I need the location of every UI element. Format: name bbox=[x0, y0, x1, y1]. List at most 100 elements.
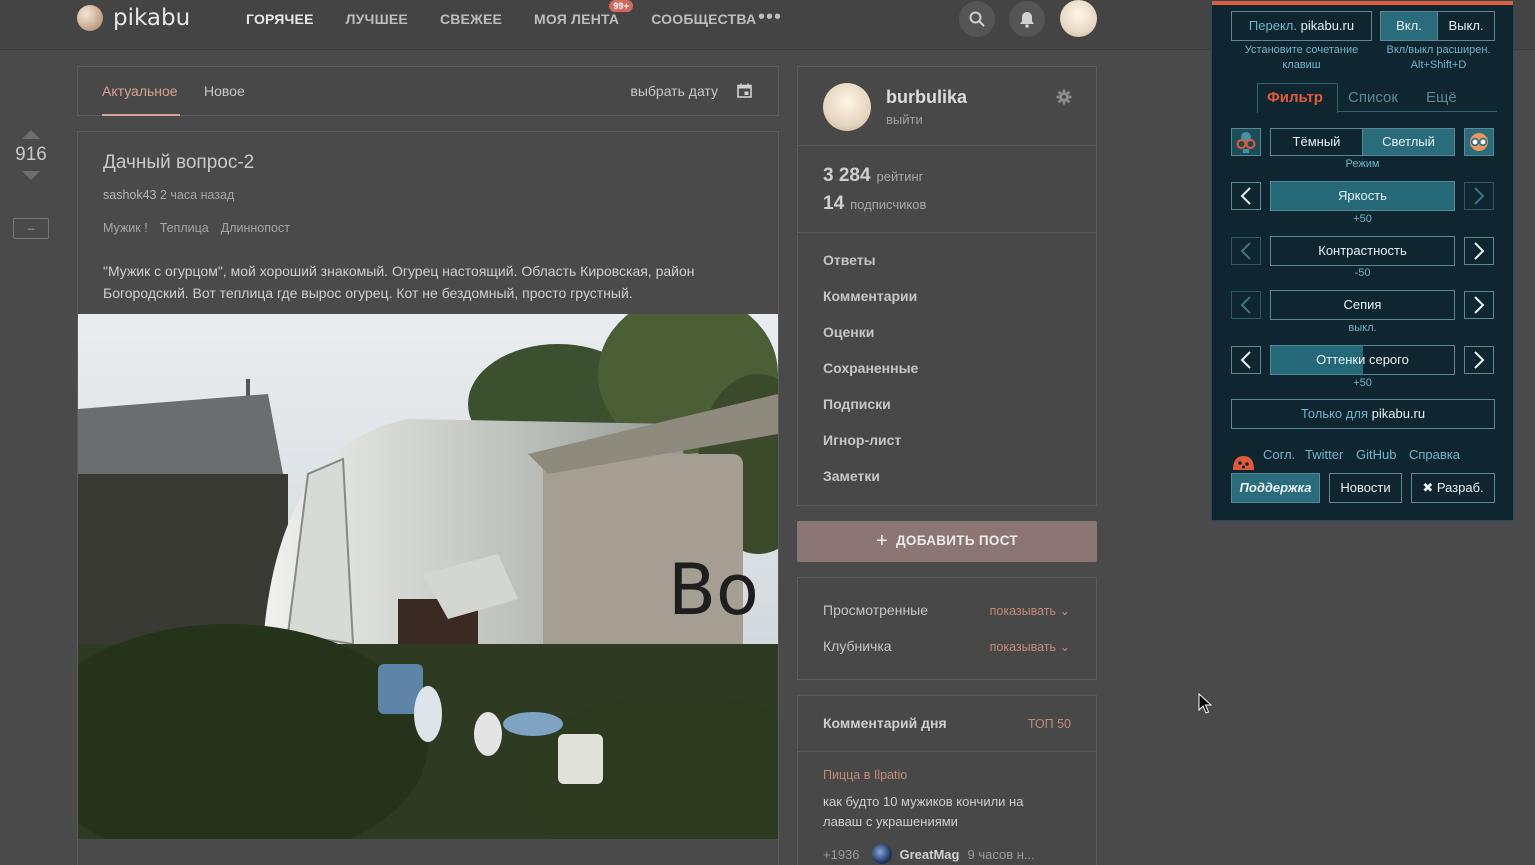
sepia-decrease[interactable] bbox=[1231, 291, 1261, 319]
top50-link[interactable]: ТОП 50 bbox=[1028, 717, 1071, 731]
vote-count: 916 bbox=[15, 144, 47, 165]
filter-strawberry-toggle[interactable]: показывать ⌄ bbox=[990, 639, 1070, 654]
chevron-right-icon bbox=[1474, 187, 1485, 205]
menu-subscriptions[interactable]: Подписки bbox=[823, 396, 891, 412]
post-title[interactable]: Дачный вопрос-2 bbox=[103, 152, 254, 174]
nav-fresh[interactable]: СВЕЖЕЕ bbox=[440, 11, 502, 27]
link-twitter[interactable]: Twitter bbox=[1305, 447, 1343, 462]
nav-best[interactable]: ЛУЧШЕЕ bbox=[346, 11, 408, 27]
grayscale-slider[interactable]: Оттенки серого bbox=[1270, 345, 1455, 375]
search-button[interactable] bbox=[959, 1, 995, 37]
contrast-label: Контрастность bbox=[1318, 243, 1407, 258]
nav-my-feed[interactable]: МОЯ ЛЕНТА 99+ bbox=[534, 0, 634, 27]
support-button[interactable]: Поддержка bbox=[1231, 473, 1320, 503]
news-button[interactable]: Новости bbox=[1329, 473, 1402, 503]
notifications-button[interactable] bbox=[1009, 1, 1045, 37]
sepia-label: Сепия bbox=[1343, 297, 1382, 312]
comment-text[interactable]: как будто 10 мужиков кончили на лаваш с … bbox=[823, 792, 1063, 832]
link-github[interactable]: GitHub bbox=[1356, 447, 1396, 462]
tab-filter[interactable]: Фильтр bbox=[1267, 89, 1323, 106]
tab-more[interactable]: Ещё bbox=[1426, 89, 1457, 106]
profile-name[interactable]: burbulika bbox=[886, 87, 967, 108]
tab-list[interactable]: Список bbox=[1348, 89, 1398, 106]
menu-ratings[interactable]: Оценки bbox=[823, 324, 874, 340]
grayscale-decrease[interactable] bbox=[1231, 346, 1261, 374]
brightness-slider[interactable]: Яркость bbox=[1270, 181, 1455, 211]
pikabu-logo[interactable]: pikabu bbox=[77, 5, 190, 31]
filter-viewed-toggle[interactable]: показывать ⌄ bbox=[990, 603, 1070, 618]
tab-actual[interactable]: Актуальное bbox=[102, 83, 178, 99]
tag-item[interactable]: Мужик ! bbox=[103, 221, 148, 235]
add-post-button[interactable]: + ДОБАВИТЬ ПОСТ bbox=[797, 521, 1097, 562]
date-picker-link[interactable]: выбрать дату bbox=[630, 83, 718, 99]
logout-link[interactable]: выйти bbox=[886, 112, 923, 127]
profile-avatar[interactable] bbox=[823, 83, 871, 131]
post-author[interactable]: sashok43 bbox=[103, 188, 157, 202]
ext-off-button[interactable]: Выкл. bbox=[1437, 11, 1495, 41]
subscribers-stat: 14 подписчиков bbox=[823, 193, 926, 215]
commenter-avatar[interactable] bbox=[871, 844, 892, 864]
brightness-label: Яркость bbox=[1338, 188, 1387, 203]
mode-label: Режим bbox=[1345, 158, 1380, 170]
nav-hot[interactable]: ГОРЯЧЕЕ bbox=[246, 11, 314, 27]
contrast-slider[interactable]: Контрастность bbox=[1270, 236, 1455, 266]
menu-ignore-list[interactable]: Игнор-лист bbox=[823, 432, 901, 448]
main-nav: ГОРЯЧЕЕ ЛУЧШЕЕ СВЕЖЕЕ МОЯ ЛЕНТА 99+ СООБ… bbox=[246, 0, 788, 27]
filter-strawberry-action: показывать bbox=[989, 640, 1057, 654]
grayscale-increase[interactable] bbox=[1464, 346, 1494, 374]
site-only-label: Только для bbox=[1300, 406, 1368, 421]
feed-tabs: Актуальное Новое выбрать дату bbox=[77, 66, 779, 116]
post-card: Дачный вопрос-2 sashok43 2 часа назад Му… bbox=[77, 131, 779, 865]
comment-post-link[interactable]: Пицца в Ilpatio bbox=[823, 768, 907, 782]
post-image[interactable]: Bo bbox=[78, 314, 778, 839]
contrast-decrease[interactable] bbox=[1231, 237, 1261, 265]
switch-site: pikabu.ru bbox=[1300, 18, 1355, 33]
dev-tools-button[interactable]: ✖ Разраб. bbox=[1411, 473, 1495, 503]
wrench-icon: ✖ bbox=[1422, 480, 1434, 495]
brightness-decrease[interactable] bbox=[1231, 182, 1261, 210]
sepia-increase[interactable] bbox=[1464, 291, 1494, 319]
vote-column: 916 bbox=[12, 130, 50, 180]
mode-dark-button[interactable]: Тёмный bbox=[1270, 128, 1363, 156]
switch-label: Перекл. bbox=[1248, 18, 1297, 33]
link-agreement[interactable]: Согл. bbox=[1263, 447, 1295, 462]
contrast-increase[interactable] bbox=[1464, 237, 1494, 265]
switch-site-button[interactable]: Перекл. pikabu.ru bbox=[1231, 11, 1372, 41]
subs-label: подписчиков bbox=[850, 197, 927, 212]
profile-card: burbulika выйти 3 284 рейтинг 14 подписчик… bbox=[797, 66, 1097, 506]
more-menu-icon[interactable]: ••• bbox=[758, 6, 782, 29]
ext-on-button[interactable]: Вкл. bbox=[1380, 11, 1438, 41]
bell-icon bbox=[1020, 11, 1034, 28]
tab-new[interactable]: Новое bbox=[204, 83, 245, 99]
tag-item[interactable]: Теплица bbox=[160, 221, 209, 235]
active-tab-underline bbox=[102, 114, 180, 116]
menu-saved[interactable]: Сохраненные bbox=[823, 360, 918, 376]
link-help[interactable]: Справка bbox=[1409, 447, 1460, 462]
dark-mode-icon[interactable] bbox=[1231, 128, 1261, 156]
nav-communities[interactable]: СООБЩЕСТВА bbox=[651, 11, 756, 27]
gear-icon[interactable] bbox=[1056, 89, 1072, 105]
divider bbox=[798, 232, 1096, 233]
menu-comments[interactable]: Комментарии bbox=[823, 288, 917, 304]
calendar-icon[interactable] bbox=[737, 83, 752, 98]
mouse-cursor-icon bbox=[1198, 693, 1212, 714]
light-mode-icon[interactable] bbox=[1464, 128, 1494, 156]
svg-text:Bo: Bo bbox=[668, 549, 759, 631]
menu-notes[interactable]: Заметки bbox=[823, 468, 880, 484]
collapse-post-button[interactable]: – bbox=[13, 218, 49, 239]
glasses-icon bbox=[1470, 133, 1488, 151]
site-only-button[interactable]: Только для pikabu.ru bbox=[1231, 399, 1495, 429]
commenter-name[interactable]: GreatMag bbox=[900, 847, 960, 862]
comment-footer: +1936 GreatMag 9 часов н... bbox=[823, 844, 1035, 864]
mode-light-button[interactable]: Светлый bbox=[1362, 128, 1455, 156]
hint-shortcut[interactable]: Установите сочетание клавиш bbox=[1231, 43, 1372, 73]
tag-item[interactable]: Длиннопост bbox=[221, 221, 290, 235]
downvote-icon[interactable] bbox=[22, 171, 40, 180]
brightness-increase[interactable] bbox=[1464, 182, 1494, 210]
upvote-icon[interactable] bbox=[22, 130, 40, 139]
chevron-down-icon: ⌄ bbox=[1059, 640, 1070, 654]
sepia-slider[interactable]: Сепия bbox=[1270, 290, 1455, 320]
menu-answers[interactable]: Ответы bbox=[823, 252, 876, 268]
avatar[interactable] bbox=[1060, 0, 1097, 37]
chevron-left-icon bbox=[1240, 296, 1251, 314]
